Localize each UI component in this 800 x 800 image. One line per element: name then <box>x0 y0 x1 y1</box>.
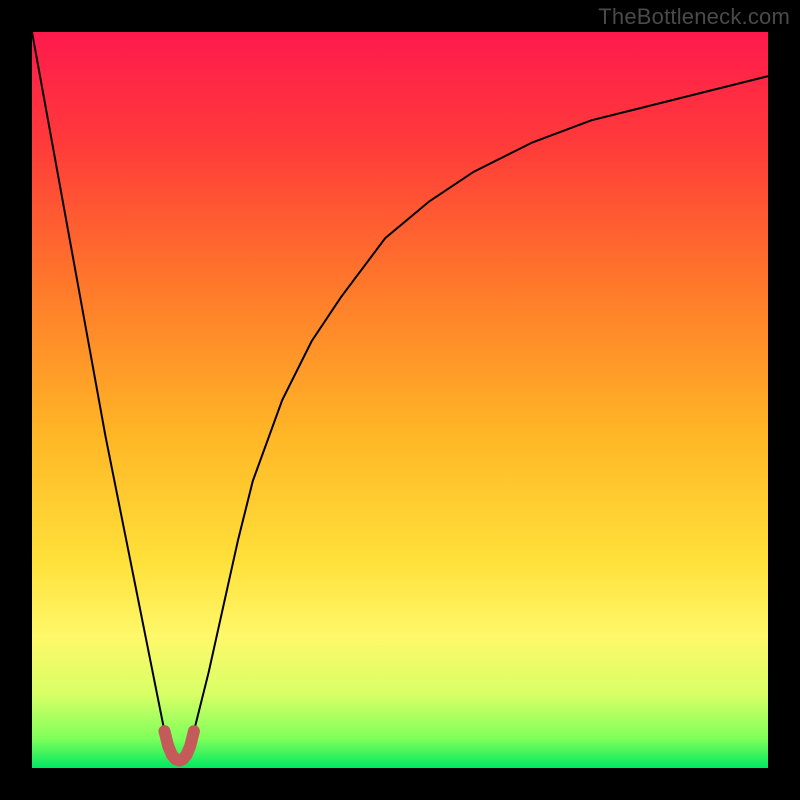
chart-frame: TheBottleneck.com <box>0 0 800 800</box>
chart-canvas <box>32 32 768 768</box>
plot-area <box>32 32 768 768</box>
gradient-background <box>32 32 768 768</box>
watermark-text: TheBottleneck.com <box>598 4 790 30</box>
